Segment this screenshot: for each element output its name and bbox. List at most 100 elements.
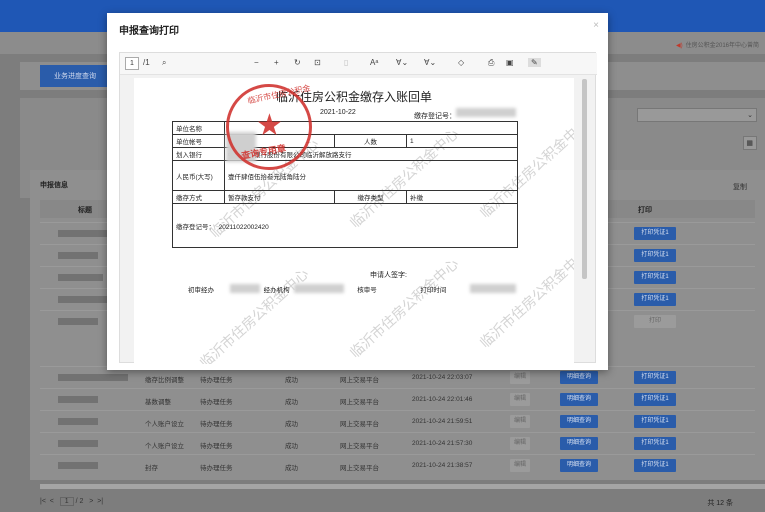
print-voucher-button[interactable]: 打印凭证1: [634, 459, 676, 472]
pin-icon[interactable]: ✎: [528, 58, 541, 67]
rotate-icon[interactable]: ↻: [294, 58, 301, 67]
applicant-label: 申请人签字:: [370, 272, 407, 279]
row-result: 成功: [285, 465, 298, 472]
col-print: 打印: [638, 207, 652, 214]
next-page-icon[interactable]: >: [89, 498, 93, 505]
edit-button[interactable]: 编辑: [510, 437, 531, 450]
edit-button[interactable]: 编辑: [510, 371, 531, 384]
calendar-icon: ▦: [746, 140, 753, 147]
row-channel: 网上交易平台: [340, 465, 379, 472]
print-voucher-button[interactable]: 打印凭证1: [634, 249, 676, 262]
redacted-cell: [58, 296, 113, 303]
filter-select[interactable]: ⌄: [637, 108, 757, 122]
amount-label: 人民币(大写): [172, 160, 225, 191]
redacted-area: [294, 284, 344, 293]
row-result: 成功: [285, 399, 298, 406]
row-type: 基数调整: [145, 399, 171, 406]
fit-page-icon[interactable]: ⊡: [314, 58, 321, 67]
table-row: 个人账户设立 待办理任务 成功 网上交易平台 2021-10-24 21:57:…: [40, 432, 755, 454]
row-status: 待办理任务: [200, 377, 233, 384]
people-value: 1: [406, 134, 518, 148]
row-time: 2021-10-24 21:38:57: [412, 462, 473, 469]
print-voucher-button[interactable]: 打印凭证1: [634, 293, 676, 306]
chevron-down-icon: ⌄: [747, 112, 753, 119]
redacted-cell: [58, 230, 108, 237]
vertical-scrollbar[interactable]: [582, 79, 587, 279]
zoom-in-icon[interactable]: +: [274, 58, 279, 67]
detail-query-button[interactable]: 明细查询: [560, 371, 598, 384]
zoom-out-icon[interactable]: −: [254, 58, 259, 67]
prev-page-icon[interactable]: <: [50, 498, 54, 505]
edit-button[interactable]: 编辑: [510, 415, 531, 428]
page-input[interactable]: 1: [59, 497, 74, 506]
close-icon[interactable]: ×: [593, 20, 599, 31]
table-row: 个人账户设立 待办理任务 成功 网上交易平台 2021-10-24 21:59:…: [40, 410, 755, 432]
method-label: 缴存方式: [172, 190, 225, 204]
watermark-text: 临沂市住房公积金中心: [477, 245, 574, 352]
row-time: 2021-10-24 21:59:51: [412, 418, 473, 425]
eraser-icon[interactable]: ◇: [458, 58, 464, 67]
total-count: 共 12 条: [707, 500, 733, 507]
row-channel: 网上交易平台: [340, 443, 379, 450]
redacted-area: [470, 284, 516, 293]
print-voucher-button[interactable]: 打印凭证1: [634, 271, 676, 284]
redacted-cell: [58, 374, 128, 381]
edit-button[interactable]: 编辑: [510, 459, 531, 472]
notice-marquee[interactable]: ◀) 住房公积金2016年中心曾简: [676, 40, 759, 49]
read-aloud-icon[interactable]: Aᵃ: [370, 58, 378, 67]
row-type: 封存: [145, 465, 158, 472]
draw-icon[interactable]: ∀⌄: [396, 58, 408, 67]
receipt-table: 单位名称 单位帐号 人数 1 划入银行 中国建设银行股份有限公司临沂解放路支行 …: [172, 121, 518, 248]
edit-button[interactable]: 编辑: [510, 393, 531, 406]
print-voucher-button[interactable]: 打印凭证1: [634, 415, 676, 428]
redacted-cell: [58, 440, 98, 447]
detail-query-button[interactable]: 明细查询: [560, 415, 598, 428]
print-voucher-button[interactable]: 打印凭证1: [634, 371, 676, 384]
method-value: 暂存款支付: [224, 190, 335, 204]
horizontal-scrollbar[interactable]: [40, 484, 765, 489]
calendar-button[interactable]: ▦: [743, 136, 757, 150]
print-query-modal: 申报查询打印 × 1 /1 ⌕ − + ↻ ⊡ ▯ Aᵃ ∀⌄ ∀⌄ ◇ ⎙ ▣…: [107, 13, 608, 370]
save-icon[interactable]: ▣: [506, 58, 514, 67]
table-row: 封存 待办理任务 成功 网上交易平台 2021-10-24 21:38:57 编…: [40, 454, 755, 476]
detail-query-button[interactable]: 明细查询: [560, 459, 598, 472]
list-title: 申报信息: [40, 182, 68, 189]
people-label: 人数: [334, 134, 407, 148]
print-icon[interactable]: ⎙: [488, 58, 494, 68]
last-page-icon[interactable]: >|: [97, 498, 103, 505]
official-seal: 临沂市住房公积金 ★ 查询专用章: [226, 83, 312, 170]
two-page-icon[interactable]: ▯: [344, 58, 348, 67]
row-type: 个人账户设立: [145, 443, 184, 450]
document-date: 2021-10-22: [320, 109, 356, 116]
modal-title: 申报查询打印: [119, 26, 179, 37]
row-time: 2021-10-24 21:57:30: [412, 440, 473, 447]
watermark-text: 临沂市住房公积金中心: [197, 265, 313, 364]
redacted-cell: [58, 274, 103, 281]
redacted-area: [230, 284, 260, 293]
pdf-viewer: 1 /1 ⌕ − + ↻ ⊡ ▯ Aᵃ ∀⌄ ∀⌄ ◇ ⎙ ▣ ✎ 临沂市住房公…: [119, 52, 597, 364]
detail-query-button[interactable]: 明细查询: [560, 437, 598, 450]
row-channel: 网上交易平台: [340, 399, 379, 406]
first-page-icon[interactable]: |<: [40, 498, 46, 505]
row-channel: 网上交易平台: [340, 377, 379, 384]
unit-name-label: 单位名称: [172, 121, 225, 135]
tab-progress-query[interactable]: 业务进度查询: [40, 65, 110, 87]
print-button-disabled[interactable]: 打印: [634, 315, 676, 328]
document-page: 临沂市住房公积金中心 临沂市住房公积金中心 临沂市住房公积金中心 临沂市住房公积…: [134, 78, 574, 364]
seal-text: 查询专用章: [240, 143, 287, 161]
print-voucher-button[interactable]: 打印凭证1: [634, 393, 676, 406]
page-number-input[interactable]: 1: [125, 57, 139, 70]
row-channel: 网上交易平台: [340, 421, 379, 428]
reg-no-value: 20211022002420: [218, 223, 269, 231]
print-voucher-button[interactable]: 打印凭证1: [634, 227, 676, 240]
redacted-area: [456, 108, 516, 117]
copy-button[interactable]: 复制: [733, 182, 747, 192]
document-reg-label: 缴存登记号：: [414, 113, 456, 120]
detail-query-button[interactable]: 明细查询: [560, 393, 598, 406]
highlight-icon[interactable]: ∀⌄: [424, 58, 436, 67]
print-voucher-button[interactable]: 打印凭证1: [634, 437, 676, 450]
unit-account-label: 单位帐号: [172, 134, 225, 148]
search-icon[interactable]: ⌕: [162, 58, 166, 68]
page-total: / 2: [75, 498, 84, 505]
bank-label: 划入银行: [172, 147, 225, 161]
